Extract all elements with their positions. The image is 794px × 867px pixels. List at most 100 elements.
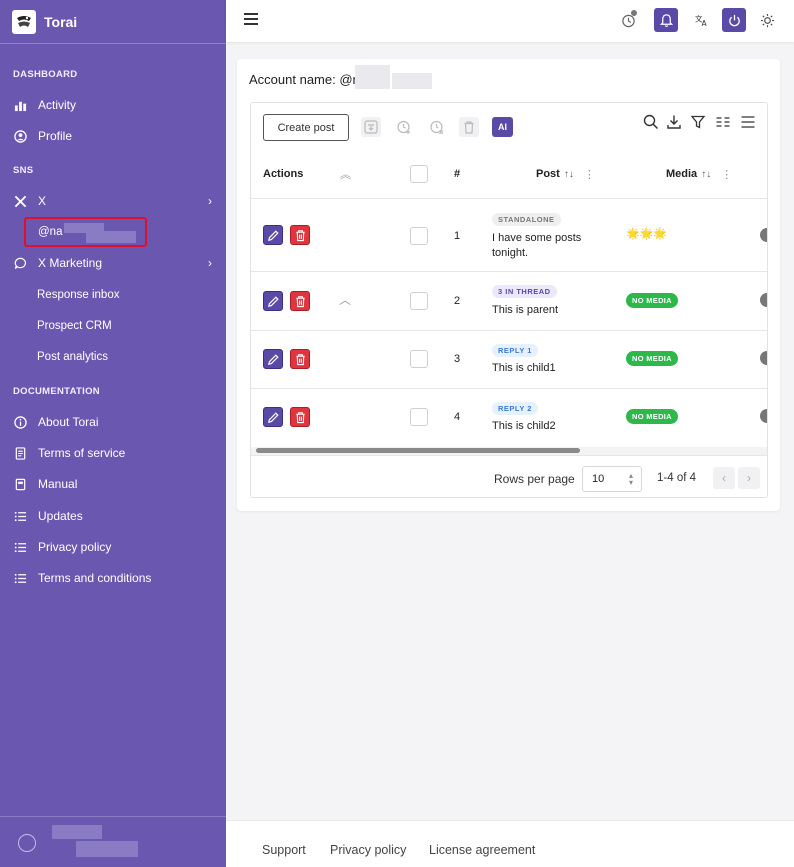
clock-icon[interactable] — [616, 8, 640, 32]
sidebar-item-label: About Torai — [38, 415, 99, 429]
next-page-button[interactable]: › — [738, 467, 760, 489]
row-checkbox[interactable] — [410, 292, 428, 310]
sidebar-item-updates[interactable]: Updates — [0, 503, 226, 529]
top-bar: 文A — [226, 0, 794, 42]
delete-button[interactable] — [290, 225, 310, 245]
torai-logo-icon — [12, 9, 36, 34]
row-number: 4 — [454, 411, 461, 423]
sidebar-item-privacy-policy[interactable]: Privacy policy — [0, 534, 226, 560]
list-icon — [13, 509, 27, 523]
media-thumbnails[interactable]: 🌟🌟🌟 — [626, 227, 667, 240]
chat-bubble-icon — [13, 256, 27, 270]
brand[interactable]: Torai — [0, 0, 226, 44]
sidebar-item-x[interactable]: X › — [0, 188, 226, 214]
redaction — [392, 73, 432, 89]
select-all-checkbox[interactable] — [410, 165, 428, 183]
no-media-badge: NO MEDIA — [626, 351, 678, 366]
document-icon — [13, 446, 27, 460]
svg-text:A: A — [701, 19, 707, 28]
footer-link-license[interactable]: License agreement — [429, 843, 535, 857]
filter-icon[interactable] — [689, 113, 707, 131]
power-icon[interactable] — [722, 8, 746, 32]
edit-button[interactable] — [263, 225, 283, 245]
user-circle-icon — [13, 129, 27, 143]
sidebar-item-response-inbox[interactable]: Response inbox — [37, 285, 119, 305]
sidebar-item-label: Manual — [38, 477, 78, 491]
sidebar-item-terms-of-service[interactable]: Terms of service — [0, 440, 226, 466]
book-icon — [13, 477, 27, 491]
toggle-switch[interactable] — [760, 409, 767, 423]
footer-link-support[interactable]: Support — [262, 843, 306, 857]
search-icon[interactable] — [642, 113, 660, 131]
chevron-up-icon[interactable]: ︿ — [339, 291, 351, 308]
sidebar-item-label: Terms of service — [38, 446, 126, 460]
post-text: I have some posts tonight. — [492, 232, 582, 259]
toggle-switch[interactable] — [760, 293, 767, 307]
collapse-all-icon[interactable]: ︽ — [340, 160, 351, 188]
sidebar-item-x-marketing[interactable]: X Marketing › — [0, 250, 226, 276]
footer-link-privacy[interactable]: Privacy policy — [330, 843, 406, 857]
column-header-media[interactable]: Media ↑↓ ⋮ — [666, 160, 732, 188]
trash-icon[interactable] — [459, 117, 479, 137]
sort-icon[interactable]: ↑↓ — [701, 169, 711, 180]
density-icon[interactable] — [739, 113, 757, 131]
chevron-left-icon: ‹ — [722, 471, 726, 485]
schedule-remove-icon[interactable] — [427, 117, 447, 137]
divider — [251, 198, 767, 199]
sidebar-item-label: Privacy policy — [38, 540, 112, 554]
sidebar-item-prospect-crm[interactable]: Prospect CRM — [37, 316, 112, 336]
delete-button[interactable] — [290, 407, 310, 427]
export-icon[interactable] — [361, 117, 381, 137]
account-card: Account name: @n Create post AI Actions … — [237, 59, 780, 511]
sidebar-item-manual[interactable]: Manual — [0, 471, 226, 497]
sidebar-item-about[interactable]: About Torai — [0, 409, 226, 435]
divider — [251, 271, 767, 272]
row-checkbox[interactable] — [410, 408, 428, 426]
rows-per-page-select[interactable]: 10 ▴ ▾ — [582, 466, 642, 492]
row-checkbox[interactable] — [410, 227, 428, 245]
chevron-right-icon: › — [747, 471, 751, 485]
sidebar-item-label: Updates — [38, 509, 83, 523]
schedule-add-icon[interactable] — [394, 117, 414, 137]
sidebar-item-x-account[interactable]: @na — [24, 217, 147, 247]
row-number: 1 — [454, 230, 461, 242]
toggle-switch[interactable] — [760, 228, 767, 242]
column-menu-icon[interactable]: ⋮ — [584, 168, 595, 181]
no-media-badge: NO MEDIA — [626, 293, 678, 308]
edit-button[interactable] — [263, 291, 283, 311]
create-post-button[interactable]: Create post — [263, 114, 349, 141]
translate-icon[interactable]: 文A — [689, 8, 713, 32]
column-header-number: # — [454, 168, 461, 180]
sidebar-item-terms-and-conditions[interactable]: Terms and conditions — [0, 565, 226, 591]
sun-icon[interactable] — [755, 8, 779, 32]
row-checkbox[interactable] — [410, 350, 428, 368]
sidebar-item-label: X — [38, 194, 47, 208]
column-header-post[interactable]: Post ↑↓ ⋮ — [536, 160, 595, 188]
sidebar-item-post-analytics[interactable]: Post analytics — [37, 347, 108, 367]
ai-button[interactable]: AI — [492, 117, 513, 137]
download-icon[interactable] — [665, 113, 683, 131]
sidebar-user[interactable] — [0, 816, 226, 867]
sidebar-item-activity[interactable]: Activity — [0, 92, 226, 118]
redaction — [355, 65, 390, 89]
columns-icon[interactable] — [714, 113, 732, 131]
sidebar-item-profile[interactable]: Profile — [0, 123, 226, 149]
delete-button[interactable] — [290, 291, 310, 311]
redaction — [76, 841, 138, 857]
posts-table: Create post AI Actions ︽ # Post ↑↓ ⋮ Med… — [250, 102, 768, 498]
bell-icon[interactable] — [654, 8, 678, 32]
column-menu-icon[interactable]: ⋮ — [721, 168, 732, 181]
toggle-switch[interactable] — [760, 351, 767, 365]
horizontal-scrollbar[interactable] — [256, 448, 580, 453]
sidebar-item-label: Activity — [38, 98, 77, 112]
sort-icon[interactable]: ↑↓ — [564, 169, 574, 180]
edit-button[interactable] — [263, 349, 283, 369]
prev-page-button[interactable]: ‹ — [713, 467, 735, 489]
redaction — [86, 231, 136, 243]
divider — [251, 330, 767, 331]
chevron-updown-icon: ▴ ▾ — [628, 471, 633, 487]
menu-icon[interactable] — [244, 13, 258, 25]
pagination-range: 1-4 of 4 — [657, 472, 696, 484]
delete-button[interactable] — [290, 349, 310, 369]
edit-button[interactable] — [263, 407, 283, 427]
